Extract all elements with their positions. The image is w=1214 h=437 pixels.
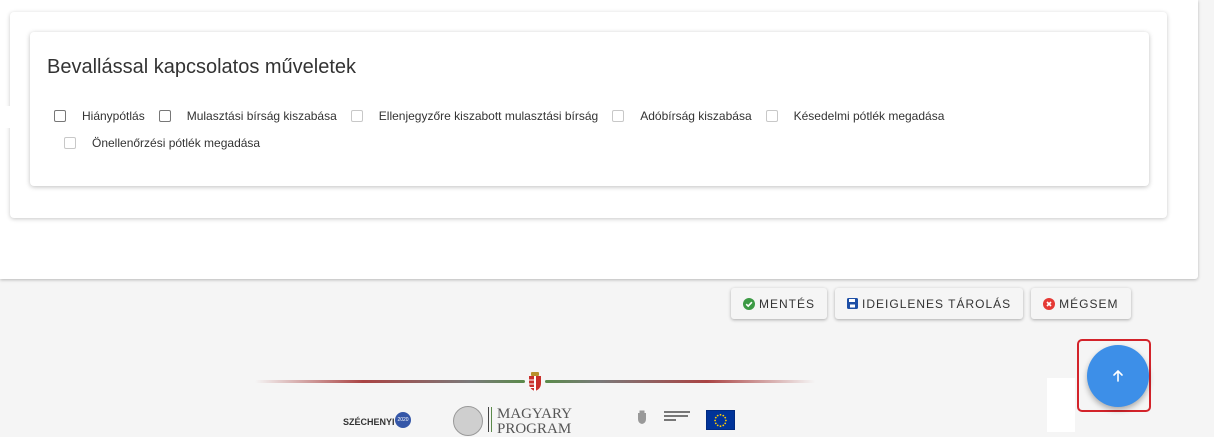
checkbox[interactable]	[765, 110, 778, 122]
checkbox-item-adobirsag[interactable]: Adóbírság kiszabása	[612, 109, 752, 123]
checkbox-item-hianypotlas[interactable]: Hiánypótlás	[54, 109, 145, 123]
checkbox-label: Önellenőrzési pótlék megadása	[92, 136, 261, 150]
szechenyi-logo-text: SZÉCHENYI	[343, 417, 395, 427]
szechenyi-logo: SZÉCHENYI	[343, 417, 395, 427]
cancel-button[interactable]: MÉGSEM	[1031, 288, 1131, 319]
magyary-logo: MAGYARY PROGRAM	[497, 407, 572, 437]
checkbox-row-2: Önellenőrzési pótlék megadása	[64, 136, 274, 150]
save-button[interactable]: MENTÉS	[731, 288, 828, 319]
szechenyi-badge-text: 2020	[397, 417, 409, 423]
footer-divider-right	[545, 380, 815, 383]
arrow-up-icon	[1113, 369, 1123, 382]
checkbox-label: Ellenjegyzőre kiszabott mulasztási bírsá…	[378, 109, 599, 123]
checkbox-label: Késedelmi pótlék megadása	[793, 109, 945, 123]
checkbox[interactable]	[612, 110, 625, 122]
checkbox-item-onellenorzesi-potlek[interactable]: Önellenőrzési pótlék megadása	[64, 136, 260, 150]
check-circle-icon	[743, 297, 755, 310]
checkbox-label: Mulasztási bírság kiszabása	[186, 109, 337, 123]
footer-white-block	[1047, 378, 1075, 432]
checkbox-item-mulasztasi-birsag[interactable]: Mulasztási bírság kiszabása	[158, 109, 337, 123]
hungarian-emblem-icon	[638, 410, 646, 424]
scroll-to-top-button[interactable]	[1087, 345, 1149, 407]
magyary-divider-green	[491, 407, 492, 432]
card-title: Bevallással kapcsolatos műveletek	[47, 56, 357, 78]
checkbox-label: Adóbírság kiszabása	[640, 109, 752, 123]
magyary-line-2: PROGRAM	[497, 421, 572, 437]
checkbox[interactable]	[64, 137, 76, 149]
side-notch	[2, 106, 12, 128]
save-label: MENTÉS	[759, 296, 816, 311]
eu-text-block	[664, 411, 690, 421]
cancel-label: MÉGSEM	[1059, 296, 1119, 311]
checkbox-row-1: Hiánypótlás Mulasztási bírság kiszabása …	[54, 109, 958, 123]
checkbox[interactable]	[158, 110, 171, 122]
floppy-disk-icon	[847, 298, 859, 309]
footer-divider-left	[255, 380, 525, 383]
checkbox[interactable]	[350, 110, 363, 122]
x-circle-icon	[1043, 297, 1056, 310]
coat-of-arms-icon	[529, 372, 541, 391]
checkbox-label: Hiánypótlás	[82, 109, 145, 123]
checkbox-item-kesedelmi-potlek[interactable]: Késedelmi pótlék megadása	[765, 109, 945, 123]
szechenyi-2020-badge: 2020	[395, 412, 411, 428]
checkbox-item-ellenjegyzo-birsag[interactable]: Ellenjegyzőre kiszabott mulasztási bírsá…	[350, 109, 599, 123]
checkbox[interactable]	[54, 110, 66, 122]
magyary-divider	[488, 407, 489, 432]
action-bar: MENTÉS IDEIGLENES TÁROLÁS MÉGSEM	[731, 288, 1139, 319]
eu-flag-icon	[706, 410, 735, 430]
temporary-save-label: IDEIGLENES TÁROLÁS	[862, 296, 1012, 311]
magyary-line-1: MAGYARY	[497, 406, 573, 422]
temporary-save-button[interactable]: IDEIGLENES TÁROLÁS	[835, 288, 1024, 319]
